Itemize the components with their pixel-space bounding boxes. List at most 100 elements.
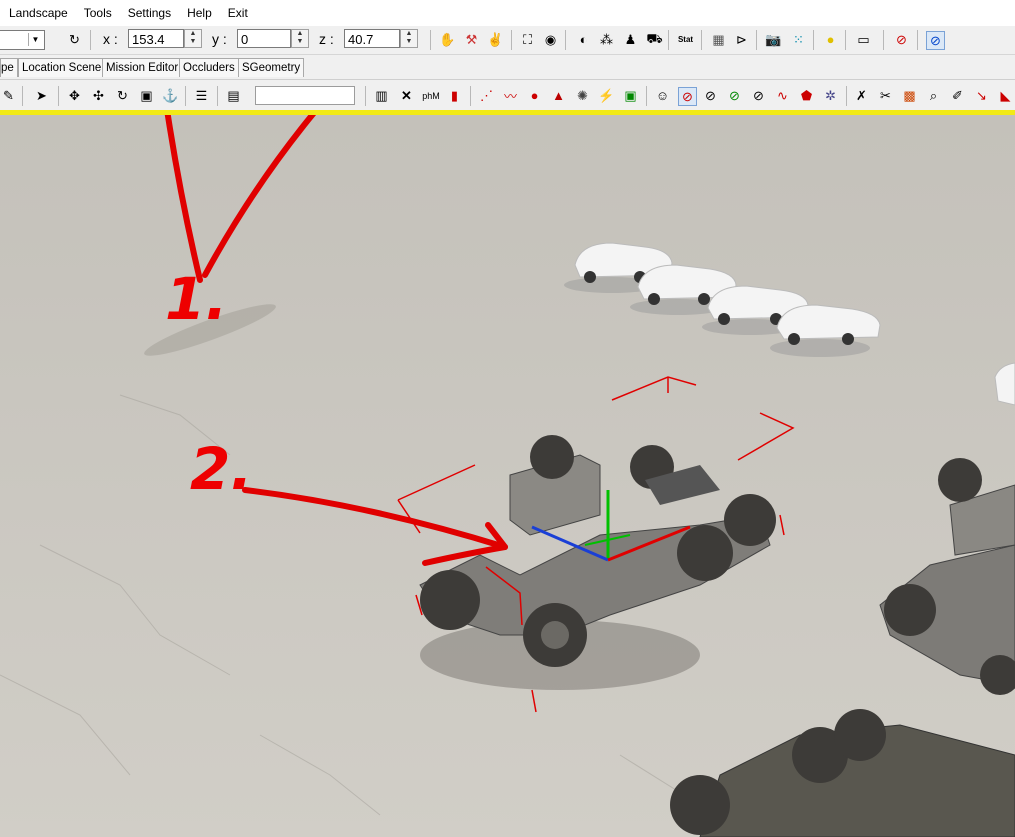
separator <box>668 30 669 50</box>
menu-help[interactable]: Help <box>178 0 219 26</box>
tool-toolbar: ✎ ➤ ✥ ✣ ↻ ▣ ⚓ ☰ ▤ ▥ ✕ phM ▮ ⋰ 〰 ● ▲ ✺ ⚡ … <box>0 80 1015 110</box>
layers-icon[interactable]: ▥ <box>373 87 390 104</box>
separator <box>813 30 814 50</box>
building-icon[interactable]: ▩ <box>901 87 918 104</box>
tree-icon[interactable]: ✗ <box>853 87 870 104</box>
separator <box>511 30 512 50</box>
menu-settings[interactable]: Settings <box>119 0 178 26</box>
forbid-4-icon[interactable]: ⊘ <box>750 87 767 104</box>
person-icon[interactable]: ♟ <box>622 31 639 48</box>
pencil-icon[interactable]: ✐ <box>949 87 966 104</box>
z-spinner[interactable]: ▲ ▼ <box>400 29 418 48</box>
page-icon[interactable]: ▤ <box>225 87 242 104</box>
wand-icon[interactable]: ⚡ <box>598 87 615 104</box>
separator <box>646 86 647 106</box>
frame-icon[interactable]: ▣ <box>622 87 639 104</box>
separator <box>58 86 59 106</box>
car-icon[interactable]: ⛟ <box>646 31 663 48</box>
grid-icon[interactable]: ▦ <box>710 31 727 48</box>
tab-landscape[interactable]: pe <box>0 58 18 77</box>
cut-icon[interactable]: ✂ <box>877 87 894 104</box>
face-icon[interactable]: ☺ <box>654 87 671 104</box>
tab-occluders[interactable]: Occluders <box>179 58 239 77</box>
object-filter-input[interactable] <box>255 86 355 105</box>
network-icon[interactable]: ⁙ <box>790 31 807 48</box>
separator <box>883 30 884 50</box>
rotate-tool-icon[interactable]: ↻ <box>114 87 131 104</box>
phm-label[interactable]: phM <box>420 87 442 104</box>
separator <box>365 86 366 106</box>
path-icon[interactable]: ⊳ <box>733 31 750 48</box>
separator <box>470 86 471 106</box>
editor-tabs: pe Location Scene Mission Editor Occlude… <box>0 55 1015 80</box>
frame-select-icon[interactable]: ⛶ <box>519 31 536 48</box>
hazard-icon[interactable]: ✺ <box>574 87 591 104</box>
tab-mission-editor[interactable]: Mission Editor <box>102 58 183 77</box>
gear-icon[interactable]: ✲ <box>822 87 839 104</box>
window-icon[interactable]: ▭ <box>855 31 872 48</box>
separator <box>430 30 431 50</box>
y-spinner[interactable]: ▲ ▼ <box>291 29 309 48</box>
z-coordinate-input[interactable]: 40.7 <box>344 29 400 48</box>
separator <box>22 86 23 106</box>
no-collision-icon[interactable]: ⊘ <box>893 31 910 48</box>
road-icon[interactable]: ∿ <box>774 87 791 104</box>
coordinate-toolbar: ▼ ↻ x : 153.4 ▲ ▼ y : 0 ▲ ▼ z : 40.7 ▲ ▼ ✋ … <box>0 26 1015 55</box>
dot-icon[interactable]: ● <box>526 87 543 104</box>
sun-icon[interactable]: ● <box>822 31 839 48</box>
menu-landscape[interactable]: Landscape <box>0 0 75 26</box>
tab-location-scene[interactable]: Location Scene <box>18 58 106 77</box>
cone-icon[interactable]: ▲ <box>550 87 567 104</box>
grab-object-icon[interactable]: ✋ <box>439 31 456 48</box>
camera-icon[interactable]: 📷 <box>765 31 782 48</box>
forbid-3-icon[interactable]: ⊘ <box>726 87 743 104</box>
forbid-2-icon[interactable]: ⊘ <box>702 87 719 104</box>
stat-icon[interactable]: Stat <box>677 31 694 48</box>
separator <box>846 86 847 106</box>
list-icon[interactable]: ☰ <box>193 87 210 104</box>
edit-icon[interactable]: ↘ <box>973 87 990 104</box>
anchor-icon[interactable]: ⚓ <box>162 87 179 104</box>
move-icon[interactable]: ✥ <box>66 87 83 104</box>
wave-icon[interactable]: 〰 <box>502 87 519 104</box>
search-icon[interactable]: ⌕ <box>925 87 942 104</box>
brush-icon[interactable]: ✎ <box>0 87 17 104</box>
snap-object-icon[interactable]: ⚒ <box>463 31 480 48</box>
view-mode-icon[interactable]: ◐ <box>575 31 592 48</box>
align-object-icon[interactable]: ✌ <box>487 31 504 48</box>
mode-select[interactable]: ▼ <box>0 30 45 50</box>
forbid-icon[interactable]: ⊘ <box>678 87 697 106</box>
menu-tools[interactable]: Tools <box>75 0 119 26</box>
car <box>770 304 881 357</box>
z-label: z : <box>319 31 334 47</box>
palette-icon[interactable]: ▮ <box>446 87 463 104</box>
tab-sgeometry[interactable]: SGeometry <box>238 58 305 77</box>
scene-canvas <box>0 115 1015 837</box>
footprints-icon[interactable]: ⁂ <box>598 31 615 48</box>
chevron-down-icon: ▼ <box>28 33 42 46</box>
polygon-icon[interactable]: ⬟ <box>798 87 815 104</box>
menu-exit[interactable]: Exit <box>219 0 255 26</box>
x-label: x : <box>103 31 118 47</box>
separator <box>756 30 757 50</box>
move-vertical-icon[interactable]: ✣ <box>90 87 107 104</box>
marker-icon[interactable]: ◣ <box>997 87 1014 104</box>
separator <box>217 86 218 106</box>
compass-icon[interactable]: ⊘ <box>926 31 945 50</box>
point-icon[interactable]: ⋰ <box>478 87 495 104</box>
eye-icon[interactable]: ◉ <box>542 31 559 48</box>
scale-icon[interactable]: ▣ <box>138 87 155 104</box>
delete-icon[interactable]: ✕ <box>398 87 415 104</box>
x-coordinate-input[interactable]: 153.4 <box>128 29 184 48</box>
annotation-label-one: 1. <box>165 265 228 333</box>
menu-bar: Landscape Tools Settings Help Exit <box>0 0 1015 26</box>
separator <box>917 30 918 50</box>
y-coordinate-input[interactable]: 0 <box>237 29 291 48</box>
rotate-icon[interactable]: ↻ <box>66 31 83 48</box>
select-arrow-icon[interactable]: ➤ <box>33 87 50 104</box>
separator <box>90 30 91 50</box>
x-spinner[interactable]: ▲ ▼ <box>184 29 202 48</box>
3d-viewport[interactable]: 1. 2. <box>0 115 1015 837</box>
annotation-label-two: 2. <box>190 435 253 503</box>
separator <box>565 30 566 50</box>
